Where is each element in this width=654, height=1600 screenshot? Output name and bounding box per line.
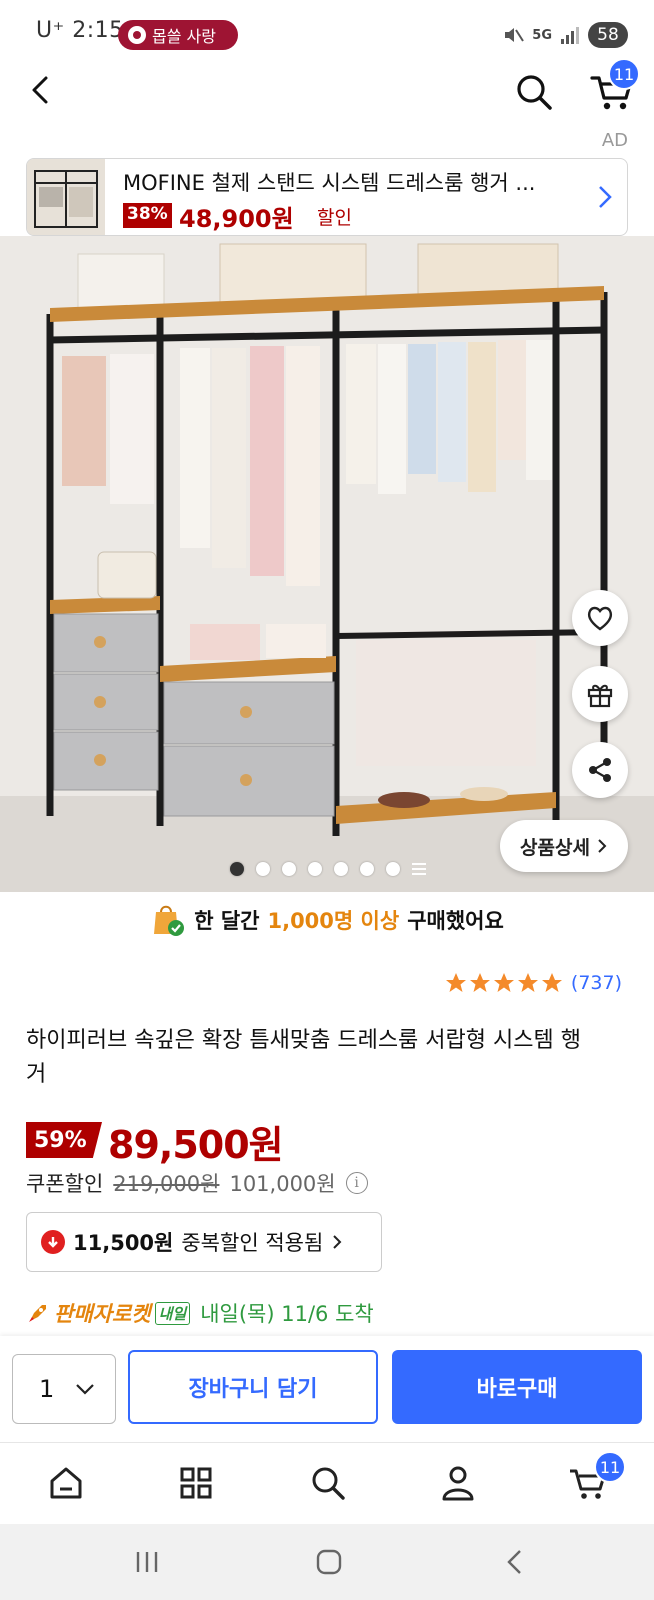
coupon-price-row: 쿠폰할인 219,000원 101,000원 i	[26, 1168, 368, 1198]
ad-label: AD	[601, 130, 628, 151]
notification-pill-label: 몹쓸 사랑	[152, 27, 216, 46]
home-button-icon[interactable]	[314, 1548, 344, 1576]
heart-icon	[587, 606, 613, 631]
carrier-time: U⁺ 2:15	[36, 18, 124, 43]
top-app-bar: 11	[0, 58, 654, 124]
gallery-dot[interactable]	[334, 862, 348, 876]
seller-rocket-label: 판매자로켓	[54, 1302, 151, 1326]
ad-discount-label: 할인	[317, 207, 352, 229]
search-icon[interactable]	[512, 70, 556, 114]
delivery-eta: 내일(목) 11/6 도착	[200, 1302, 374, 1326]
home-icon[interactable]	[44, 1461, 88, 1505]
chevron-right-icon	[333, 1235, 342, 1249]
review-count[interactable]: (737)	[571, 972, 622, 994]
gallery-pagination	[230, 862, 426, 876]
base-price: 101,000원	[229, 1172, 336, 1196]
duplicate-discount-amount: 11,500원	[73, 1231, 174, 1255]
purchase-note-suffix: 구매했어요	[407, 909, 504, 933]
gallery-dot[interactable]	[386, 862, 400, 876]
signal-icon	[561, 27, 579, 44]
mute-icon	[505, 28, 525, 42]
gallery-dot[interactable]	[230, 862, 244, 876]
star-icon	[517, 973, 538, 992]
share-icon	[589, 758, 611, 782]
add-to-cart-button[interactable]: 장바구니 담기	[128, 1350, 378, 1424]
gallery-dot[interactable]	[360, 862, 374, 876]
star-icon	[541, 973, 562, 992]
star-icon	[493, 973, 514, 992]
product-detail-label: 상품상세	[520, 836, 590, 859]
chevron-down-icon	[76, 1384, 94, 1395]
ad-banner[interactable]: MOFINE 철제 스탠드 시스템 드레스룸 행거 ... 38% 48,900…	[26, 158, 628, 236]
wishlist-button[interactable]	[572, 590, 628, 646]
product-photo	[0, 236, 654, 892]
category-grid-icon[interactable]	[174, 1461, 218, 1505]
purchase-note-prefix: 한 달간	[194, 909, 260, 933]
record-icon	[128, 26, 146, 44]
duplicate-discount-button[interactable]: 11,500원 중복할인 적용됨	[26, 1212, 382, 1272]
rocket-icon	[29, 1305, 46, 1322]
quantity-select[interactable]: 1	[12, 1354, 116, 1424]
rating[interactable]: (737)	[445, 972, 622, 994]
ad-discount-badge: 38%	[123, 203, 172, 228]
bottom-navigation: 11	[0, 1442, 654, 1524]
original-price: 219,000원	[113, 1172, 220, 1196]
gallery-more-icon	[412, 863, 426, 875]
ad-thumbnail	[27, 159, 105, 235]
ad-title: MOFINE 철제 스탠드 시스템 드레스룸 행거 ...	[123, 171, 536, 195]
gallery-dot[interactable]	[308, 862, 322, 876]
star-icon	[445, 973, 466, 992]
gift-button[interactable]	[572, 666, 628, 722]
sale-price: 89,500원	[108, 1123, 284, 1167]
buy-now-button[interactable]: 바로구매	[392, 1350, 642, 1424]
notification-pill[interactable]: 몹쓸 사랑	[118, 20, 238, 50]
battery-indicator: 58	[588, 22, 628, 48]
cart-count-badge: 11	[594, 1451, 626, 1483]
recent-apps-icon[interactable]	[132, 1548, 162, 1576]
duplicate-discount-label: 중복할인 적용됨	[181, 1231, 324, 1255]
back-arrow-icon[interactable]	[22, 70, 62, 110]
purchase-count-note: 한 달간 1,000명 이상 구매했어요	[0, 898, 654, 942]
cart-count-badge: 11	[608, 58, 640, 90]
gallery-dot[interactable]	[282, 862, 296, 876]
product-detail-button[interactable]: 상품상세	[500, 820, 628, 872]
back-button-icon[interactable]	[500, 1548, 530, 1576]
ad-price: 48,900원	[179, 205, 294, 233]
status-icons: 5G 58	[502, 22, 628, 48]
system-navigation-bar	[0, 1524, 654, 1600]
star-icon	[469, 973, 490, 992]
purchase-bar: 1 장바구니 담기 바로구매	[0, 1336, 654, 1442]
product-image[interactable]	[0, 236, 654, 892]
purchase-note-highlight: 1,000명 이상	[267, 909, 400, 933]
product-title: 하이피러브 속깊은 확장 틈새맞춤 드레스룸 서랍형 시스템 행거	[26, 1028, 581, 1087]
down-arrow-icon	[41, 1230, 65, 1254]
share-button[interactable]	[572, 742, 628, 798]
gift-icon	[587, 684, 613, 708]
quantity-value: 1	[39, 1375, 55, 1403]
chevron-right-icon	[598, 839, 607, 853]
search-icon[interactable]	[306, 1461, 350, 1505]
discount-rate-badge: 59%	[26, 1122, 102, 1158]
shopping-bag-check-icon	[154, 905, 185, 936]
chevron-right-icon	[599, 186, 612, 208]
rating-stars	[445, 972, 563, 994]
coupon-label: 쿠폰할인	[26, 1172, 104, 1196]
info-icon[interactable]: i	[345, 1172, 368, 1194]
delivery-tag: 내일	[154, 1301, 191, 1325]
profile-icon[interactable]	[436, 1461, 480, 1505]
delivery-info: 판매자로켓 내일 내일(목) 11/6 도착	[26, 1298, 374, 1328]
gallery-dot[interactable]	[256, 862, 270, 876]
network-label: 5G	[532, 27, 552, 43]
